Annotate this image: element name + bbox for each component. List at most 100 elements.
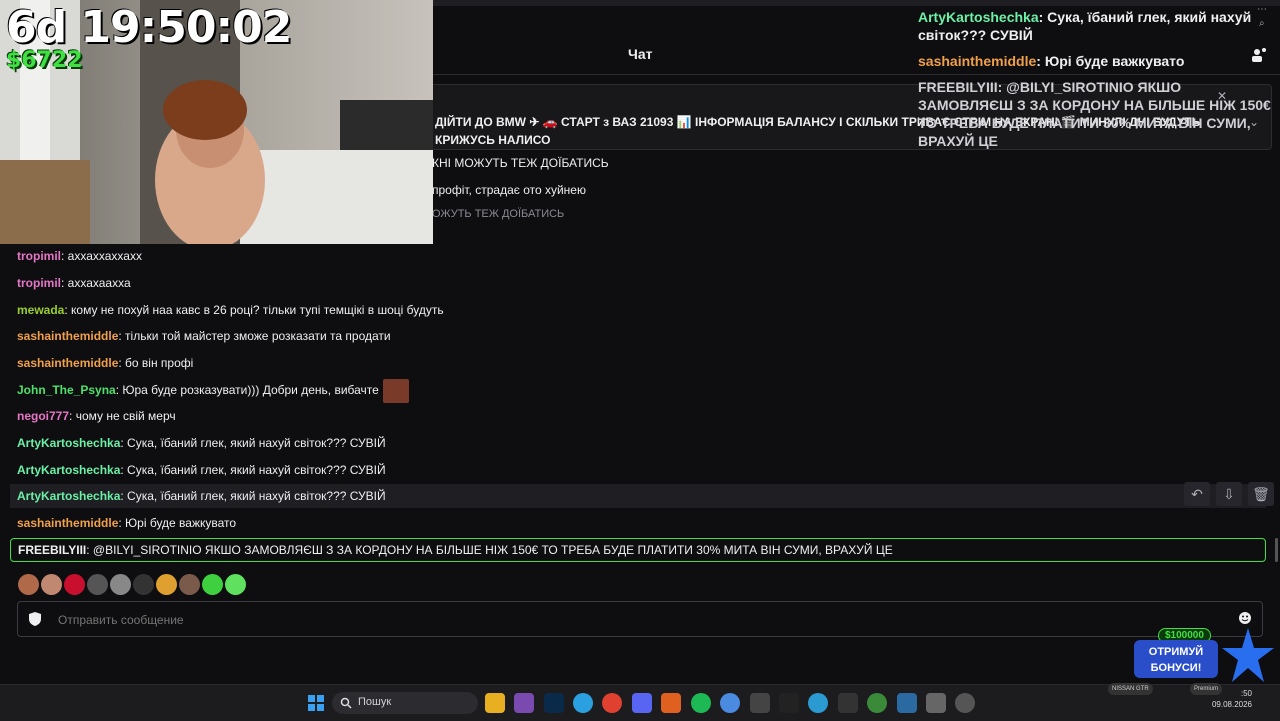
chat-title: Чат: [628, 46, 653, 62]
taskbar: Пошук: [0, 684, 1280, 721]
ghost-line: КНІ МОЖУТЬ ТЕЖ ДОЇБАТИСЬ: [432, 156, 609, 170]
file-explorer-icon[interactable]: [485, 693, 505, 713]
chat-username[interactable]: ArtyKartoshechka: [17, 463, 120, 477]
overlay-username: ArtyKartoshechka: [918, 9, 1039, 25]
app-icon[interactable]: [779, 693, 799, 713]
delete-icon[interactable]: 🗑: [1248, 482, 1274, 506]
windows-start-icon[interactable]: [306, 693, 326, 713]
chat-message[interactable]: sashainthemiddle: бо він профі: [10, 351, 1266, 375]
photoshop-icon[interactable]: [544, 693, 564, 713]
chrome-active-icon[interactable]: [867, 693, 887, 713]
chat-message[interactable]: mewada: кому не похуй наа кавс в 26 році…: [10, 298, 1266, 322]
chat-message[interactable]: John_The_Psyna: Юра буде розказувати))) …: [10, 378, 1266, 403]
chat-text: : аххаххаххахх: [61, 249, 142, 263]
chat-input[interactable]: [56, 608, 1210, 632]
emote-icon[interactable]: [18, 574, 39, 595]
taskbar-clock[interactable]: :50 09.08.2026: [1212, 688, 1252, 710]
chat-message-hovered[interactable]: ArtyKartoshechka: Сука, їбаний глек, яки…: [10, 484, 1266, 508]
chat-text: : аххахаахха: [61, 276, 131, 290]
chat-text: : Сука, їбаний глек, який нахуй світок??…: [120, 489, 386, 503]
chat-scrollbar[interactable]: [1275, 538, 1278, 562]
tray-car-badge: NISSAN GTR: [1108, 683, 1153, 695]
chat-text: : Сука, їбаний глек, який нахуй світок??…: [120, 436, 386, 450]
app-icon[interactable]: [897, 693, 917, 713]
chat-username[interactable]: sashainthemiddle: [17, 329, 118, 343]
chat-text: : Юрі буде важкувато: [118, 516, 237, 530]
chat-text: : кому не похуй наа кавс в 26 році? тіль…: [64, 303, 444, 317]
overlay-message: FREEBILYIII: @BILYI_SIROTINIO ЯКШО ЗАМОВ…: [918, 78, 1273, 150]
chat-username[interactable]: tropimil: [17, 276, 61, 290]
emote-icon[interactable]: [156, 574, 177, 595]
overlay-message: sashainthemiddle: Юрі буде важкувато: [918, 52, 1273, 70]
chat-text: : Сука, їбаний глек, який нахуй світок??…: [120, 463, 386, 477]
chat-username[interactable]: tropimil: [17, 249, 61, 263]
emote-icon[interactable]: [64, 574, 85, 595]
emote-icon[interactable]: [225, 574, 246, 595]
chrome-icon[interactable]: [602, 693, 622, 713]
chat-overlay: ArtyKartoshechka: Сука, їбаний глек, яки…: [910, 0, 1280, 149]
calculator-icon[interactable]: [926, 693, 946, 713]
bonus-widget[interactable]: $100000 ОТРИМУЙ БОНУСИ!: [1134, 626, 1278, 686]
media-player-icon[interactable]: [955, 693, 975, 713]
chat-text: : @BILYI_SIROTINIO ЯКШО ЗАМОВЛЯЄШ З ЗА К…: [86, 543, 893, 557]
discord-icon[interactable]: [632, 693, 652, 713]
chat-text: : Юра буде розказувати))) Добри день, ви…: [115, 383, 379, 397]
chat-text: : бо він профі: [118, 356, 194, 370]
chat-username[interactable]: John_The_Psyna: [17, 383, 116, 397]
chat-message[interactable]: sashainthemiddle: Юрі буде важкувато: [10, 511, 1266, 535]
chat-username[interactable]: ArtyKartoshechka: [17, 436, 120, 450]
overlay-text: : Юрі буде важкувато: [1036, 53, 1185, 69]
chat-username[interactable]: FREEBILYIII: [18, 543, 86, 557]
settings-icon[interactable]: ⋯: [1257, 4, 1267, 15]
bonus-line1: ОТРИМУЙ: [1148, 646, 1204, 658]
chat-message[interactable]: ArtyKartoshechka: Сука, їбаний глек, яки…: [10, 458, 1266, 482]
app-icon[interactable]: [750, 693, 770, 713]
chat-text: : тільки той майстер зможе розказати та …: [118, 329, 391, 343]
emoji-icon[interactable]: [1238, 611, 1252, 625]
pin-message-icon[interactable]: ⇩: [1216, 482, 1242, 506]
emote-image[interactable]: [382, 378, 409, 403]
search-icon: [340, 697, 352, 709]
message-actions: ↶ ⇩ 🗑: [1184, 482, 1274, 506]
emote-icon[interactable]: [202, 574, 223, 595]
shield-icon[interactable]: [28, 611, 42, 627]
chat-username[interactable]: mewada: [17, 303, 64, 317]
stream-timer: 6d 19:50:02: [6, 2, 292, 53]
edge-icon[interactable]: [808, 693, 828, 713]
chat-message[interactable]: tropimil: аххаххаххахх: [10, 244, 1266, 268]
star-logo-icon: [1222, 628, 1274, 682]
ghost-line: профіт, страдає ото хуйнею: [432, 183, 586, 197]
emote-icon[interactable]: [87, 574, 108, 595]
reply-icon[interactable]: ↶: [1184, 482, 1210, 506]
bonus-button[interactable]: ОТРИМУЙ БОНУСИ!: [1134, 640, 1218, 678]
chat-username[interactable]: negoi777: [17, 409, 69, 423]
emote-icon[interactable]: [133, 574, 154, 595]
chat-message[interactable]: negoi777: чому не свій мерч: [10, 404, 1266, 428]
clock-date: 09.08.2026: [1211, 700, 1252, 709]
balance-counter: $6722: [6, 48, 83, 73]
emote-icon[interactable]: [41, 574, 62, 595]
chrome-profile-icon[interactable]: [720, 693, 740, 713]
emote-icon[interactable]: [110, 574, 131, 595]
chat-message[interactable]: tropimil: аххахаахха: [10, 271, 1266, 295]
search-label: Пошук: [358, 696, 392, 708]
telegram-icon[interactable]: [573, 693, 593, 713]
spotify-icon[interactable]: [691, 693, 711, 713]
taskbar-search[interactable]: Пошук: [332, 692, 478, 714]
twitch-icon[interactable]: [514, 693, 534, 713]
chat-input-box: [17, 601, 1263, 637]
app-icon[interactable]: [661, 693, 681, 713]
chat-message-highlighted[interactable]: FREEBILYIII: @BILYI_SIROTINIO ЯКШО ЗАМОВ…: [10, 538, 1266, 562]
chat-username[interactable]: sashainthemiddle: [17, 356, 118, 370]
chat-message[interactable]: sashainthemiddle: тільки той майстер змо…: [10, 324, 1266, 348]
overlay-username: sashainthemiddle: [918, 53, 1037, 69]
chat-username[interactable]: sashainthemiddle: [17, 516, 118, 530]
search-icon[interactable]: ⌕: [1259, 18, 1265, 29]
clock-time: :50: [1240, 689, 1252, 698]
emote-bar: [18, 574, 246, 596]
terminal-icon[interactable]: [838, 693, 858, 713]
ghost-line: ОЖУТЬ ТЕЖ ДОЇБАТИСЬ: [432, 208, 565, 220]
chat-message[interactable]: ArtyKartoshechka: Сука, їбаний глек, яки…: [10, 431, 1266, 455]
chat-username[interactable]: ArtyKartoshechka: [17, 489, 120, 503]
emote-icon[interactable]: [179, 574, 200, 595]
